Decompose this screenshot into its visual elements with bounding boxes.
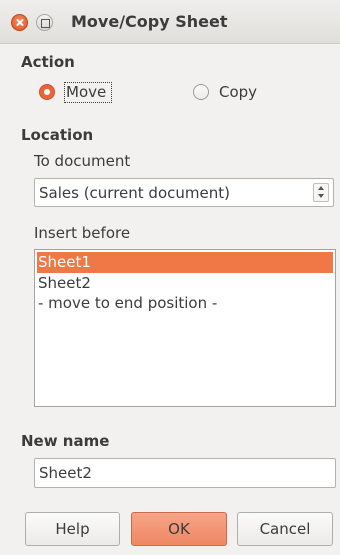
chevron-down-icon xyxy=(318,194,324,198)
cancel-button[interactable]: Cancel xyxy=(237,512,333,546)
maximize-icon[interactable] xyxy=(36,14,53,31)
to-document-label: To document xyxy=(34,152,131,170)
copy-label[interactable]: Copy xyxy=(219,83,257,101)
action-heading: Action xyxy=(21,53,75,71)
dialog-title: Move/Copy Sheet xyxy=(71,12,228,31)
to-document-value: Sales (current document) xyxy=(39,184,230,202)
list-item-sheet1[interactable]: Sheet1 xyxy=(37,252,333,273)
list-item-sheet2[interactable]: Sheet2 xyxy=(37,273,333,294)
new-name-input[interactable] xyxy=(34,458,336,488)
select-spin-control[interactable] xyxy=(313,183,329,202)
new-name-heading: New name xyxy=(21,432,110,450)
to-document-select[interactable]: Sales (current document) xyxy=(34,178,334,207)
move-radio[interactable] xyxy=(39,84,55,100)
insert-before-label: Insert before xyxy=(34,224,131,242)
chevron-up-icon xyxy=(318,186,324,190)
title-bar: Move/Copy Sheet xyxy=(0,0,340,44)
help-button[interactable]: Help xyxy=(25,512,120,546)
close-icon[interactable] xyxy=(11,14,28,31)
ok-button[interactable]: OK xyxy=(131,512,227,546)
list-item-move-to-end[interactable]: - move to end position - xyxy=(37,293,333,314)
location-heading: Location xyxy=(21,126,94,144)
copy-radio[interactable] xyxy=(193,84,209,100)
move-label[interactable]: Move xyxy=(66,83,106,101)
insert-before-list[interactable]: Sheet1 Sheet2 - move to end position - xyxy=(34,249,336,407)
